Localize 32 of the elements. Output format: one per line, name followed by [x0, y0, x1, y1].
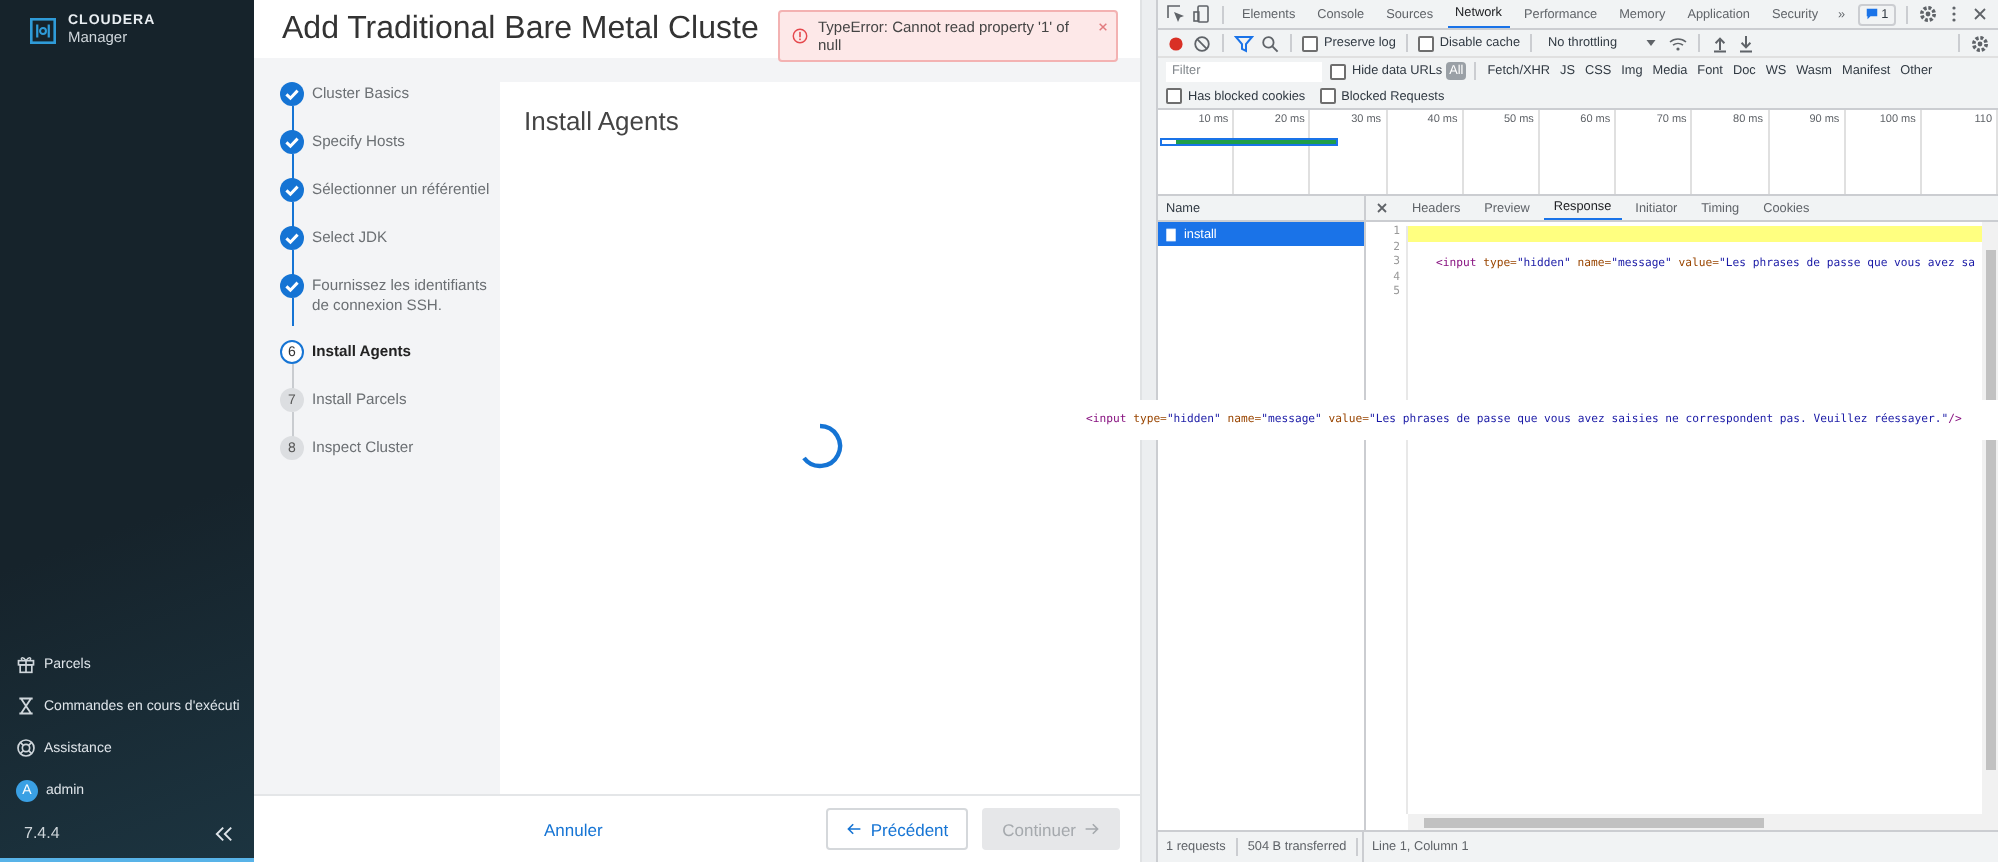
- cancel-link[interactable]: Annuler: [544, 819, 603, 839]
- message-icon: [1865, 8, 1878, 20]
- record-icon[interactable]: [1166, 33, 1186, 53]
- gift-icon: [16, 654, 36, 674]
- download-icon[interactable]: [1735, 33, 1756, 53]
- hourglass-icon: [16, 696, 36, 716]
- lifebuoy-icon: [16, 738, 36, 758]
- horizontal-scrollbar[interactable]: [1408, 814, 1982, 830]
- arrow-left-icon: [846, 822, 863, 836]
- search-icon[interactable]: [1260, 33, 1280, 53]
- arrow-right-icon: [1084, 822, 1100, 836]
- loading-spinner: [796, 421, 844, 469]
- previous-button[interactable]: Précédent: [826, 808, 969, 850]
- collapse-icon[interactable]: [214, 825, 234, 841]
- panel-title: Install Agents: [524, 106, 681, 136]
- close-icon[interactable]: [1374, 200, 1390, 216]
- vertical-scrollbar[interactable]: [1982, 222, 1998, 830]
- caret-icon: [1645, 40, 1656, 46]
- wifi-settings-icon[interactable]: [1667, 33, 1688, 53]
- clear-icon[interactable]: [1192, 33, 1212, 53]
- close-icon[interactable]: [1970, 4, 1991, 24]
- upload-icon[interactable]: [1709, 33, 1730, 53]
- logo-icon: [30, 17, 56, 43]
- alert-icon: [792, 28, 808, 44]
- filter-icon[interactable]: [1234, 33, 1254, 53]
- version-label: 7.4.4: [24, 824, 60, 842]
- settings-icon[interactable]: [1970, 33, 1990, 53]
- document-icon: [1166, 227, 1176, 241]
- inspect-icon[interactable]: [1166, 4, 1186, 24]
- settings-icon[interactable]: [1918, 4, 1939, 24]
- device-icon[interactable]: [1192, 4, 1212, 24]
- page-title: Add Traditional Bare Metal Cluste: [282, 11, 759, 47]
